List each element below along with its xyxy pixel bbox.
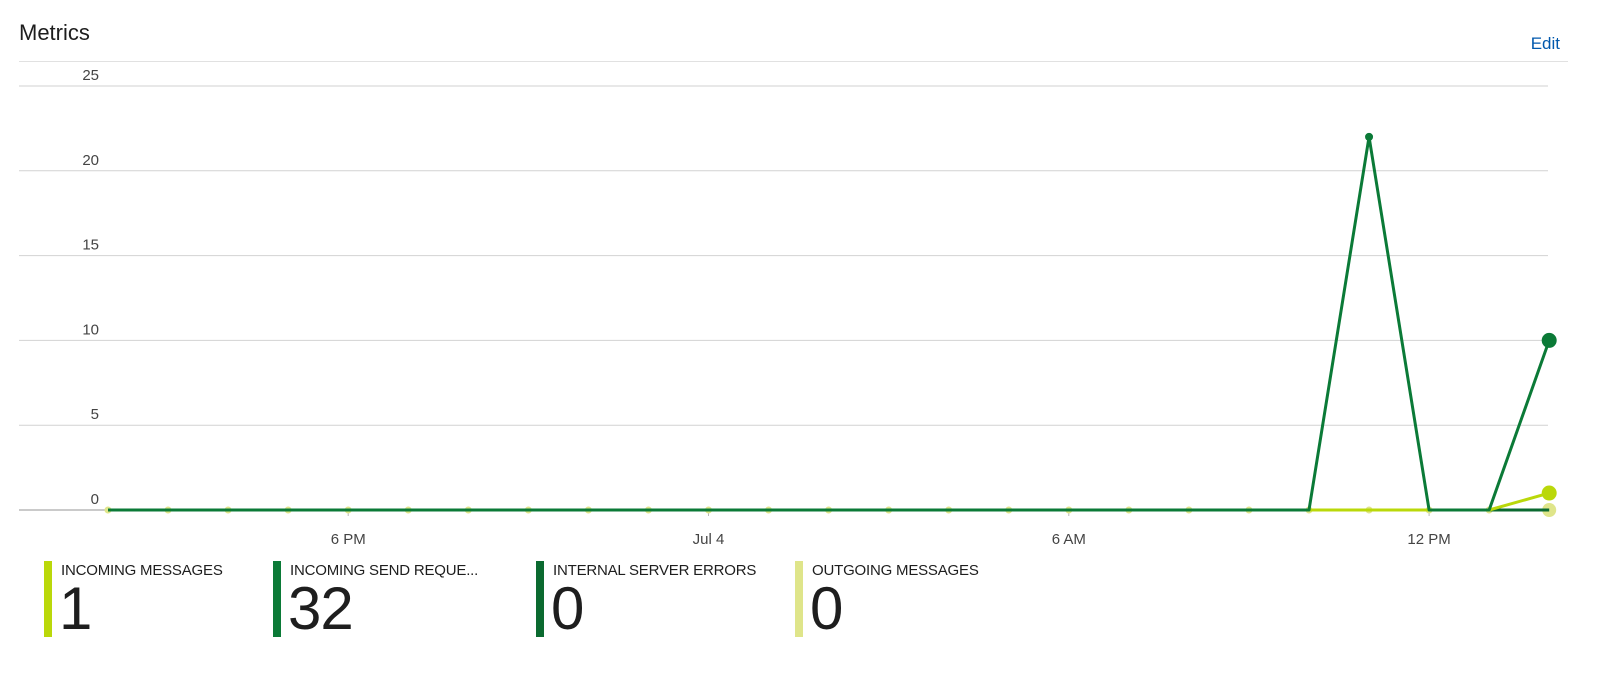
legend-color-swatch: [536, 561, 544, 637]
x-tick-label: 6 PM: [331, 531, 366, 548]
y-tick-label: 20: [82, 152, 99, 169]
x-tick-label: 6 AM: [1052, 531, 1086, 548]
series-lines: [104, 132, 1557, 517]
series-last-point: [1541, 332, 1557, 348]
series-peak-point: [1365, 132, 1374, 141]
x-axis-ticks: 6 PM Jul 4 6 AM 12 PM: [331, 510, 1451, 548]
x-tick-label: 12 PM: [1407, 531, 1450, 548]
y-axis-ticks: 0 5 10 15 20 25: [82, 67, 99, 508]
series-line-1: [108, 135, 1551, 512]
legend-value: 1: [59, 575, 92, 642]
legend-value: 0: [551, 575, 584, 642]
legend-color-swatch: [273, 561, 281, 637]
legend-color-swatch: [795, 561, 803, 637]
y-tick-label: 15: [82, 237, 99, 254]
metrics-line-chart: 0 5 10 15 20 25 6 PM Jul 4 6 AM 12 PM: [19, 67, 1557, 548]
series-last-point: [1541, 485, 1557, 501]
metrics-legend: INCOMING MESSAGES 1 INCOMING SEND REQUE.…: [44, 561, 1144, 641]
y-tick-label: 10: [82, 321, 99, 338]
legend-value: 32: [288, 575, 354, 642]
legend-label: INTERNAL SERVER ERRORS: [553, 562, 757, 579]
y-tick-label: 5: [91, 406, 99, 423]
y-tick-label: 0: [91, 491, 99, 508]
y-tick-label: 25: [82, 67, 99, 84]
legend-value: 0: [810, 575, 843, 642]
x-tick-label: Jul 4: [693, 531, 725, 548]
legend-color-swatch: [44, 561, 52, 637]
